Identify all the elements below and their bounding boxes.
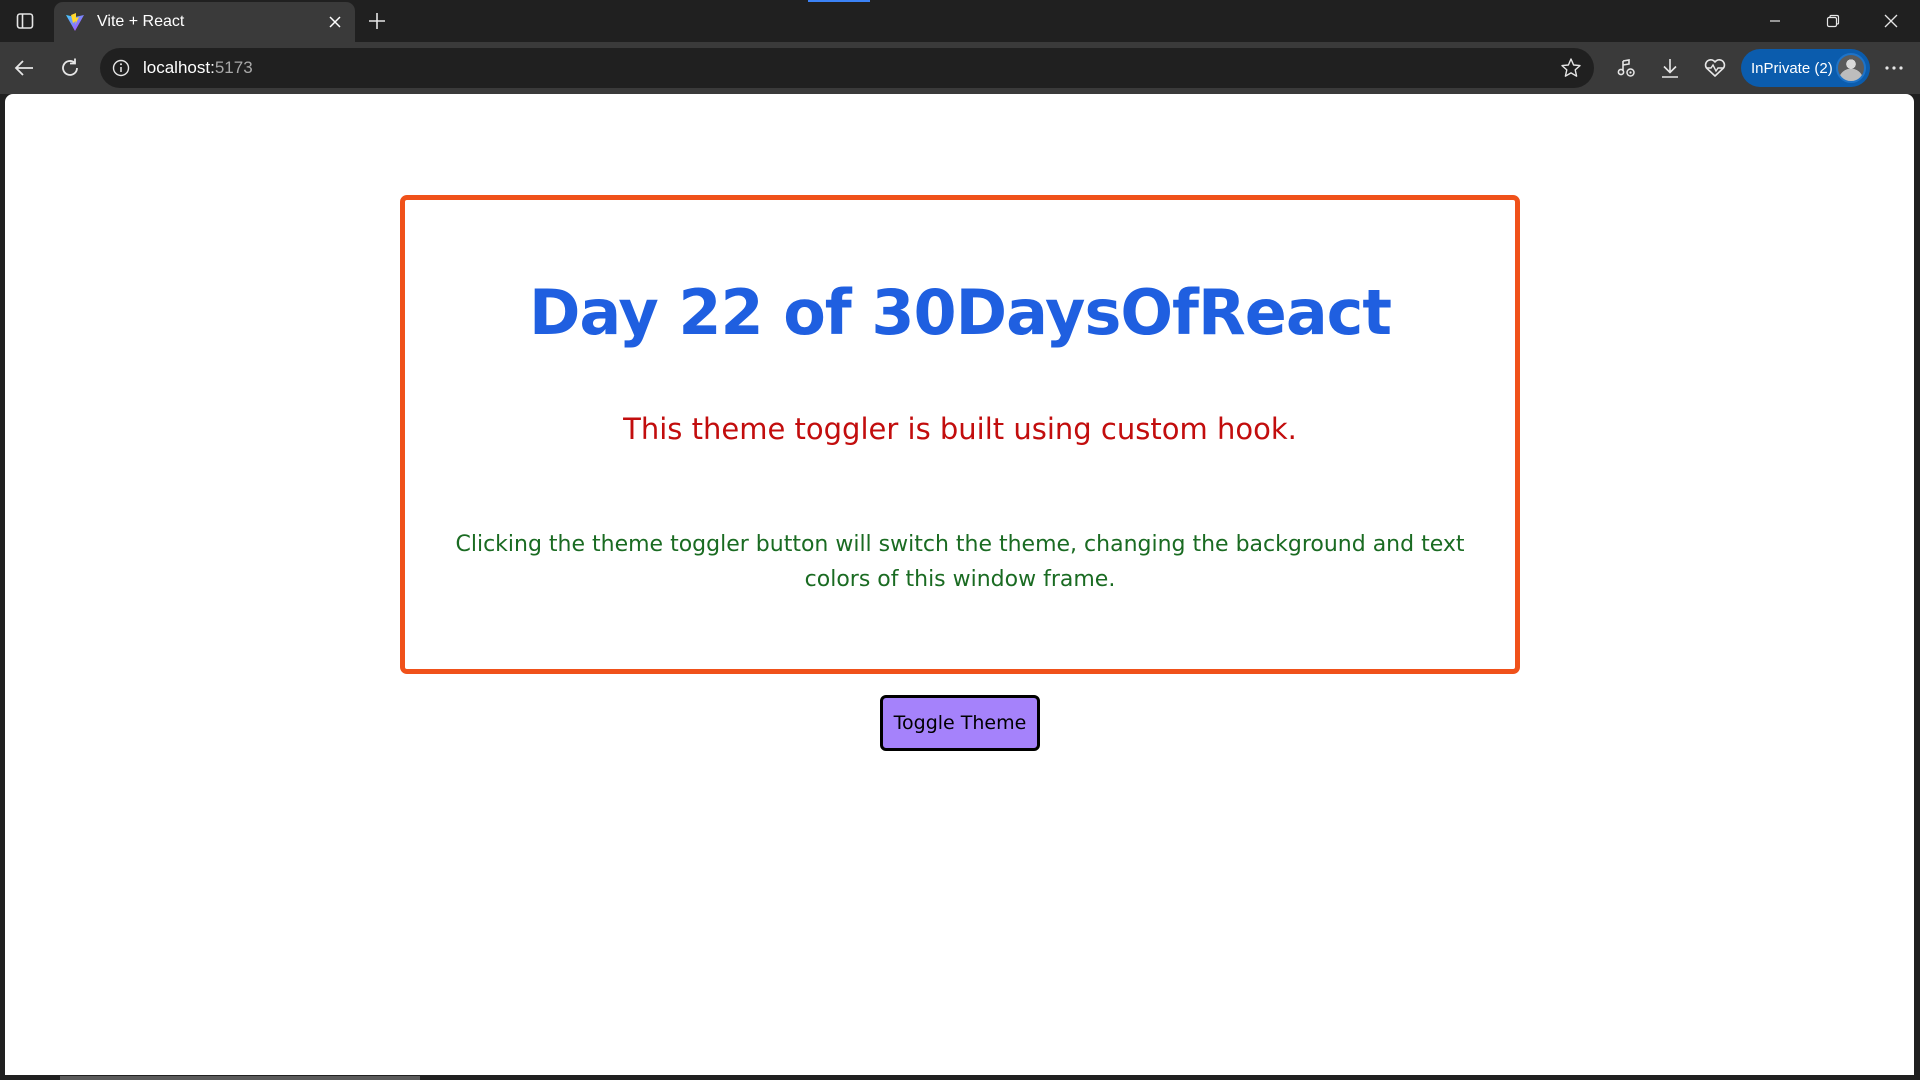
page-description: Clicking the theme toggler button will s…: [455, 532, 1465, 592]
sidebar-toggle-icon[interactable]: [10, 8, 40, 34]
browser-toolbar: localhost:5173 InPrivate (2): [0, 42, 1920, 94]
close-icon[interactable]: [321, 8, 349, 36]
page-title: Day 22 of 30DaysOfReact: [528, 276, 1392, 349]
minimize-icon[interactable]: [1746, 0, 1804, 42]
star-icon[interactable]: [1560, 57, 1582, 79]
info-icon[interactable]: [111, 58, 131, 78]
toggle-theme-button[interactable]: Toggle Theme: [880, 695, 1040, 751]
url-host: localhost:: [143, 58, 215, 77]
address-url[interactable]: localhost:5173: [143, 58, 253, 78]
plus-icon[interactable]: [362, 6, 392, 36]
download-icon[interactable]: [1654, 52, 1686, 84]
page-subtitle: This theme toggler is built using custom…: [623, 412, 1297, 446]
tab-bar: Vite + React: [0, 0, 1920, 42]
inprivate-profile-button[interactable]: InPrivate (2): [1741, 49, 1870, 87]
more-icon[interactable]: [1878, 52, 1910, 84]
tab-activity-indicator: [808, 0, 870, 2]
browser-tab-active[interactable]: Vite + React: [54, 2, 355, 42]
back-arrow-icon[interactable]: [8, 52, 40, 84]
reload-icon[interactable]: [54, 52, 86, 84]
vite-logo-icon: [65, 12, 85, 32]
theme-window-frame: Day 22 of 30DaysOfReact This theme toggl…: [400, 195, 1520, 674]
tab-title: Vite + React: [97, 13, 185, 30]
address-bar[interactable]: localhost:5173: [100, 48, 1594, 88]
inprivate-label: InPrivate (2): [1751, 59, 1833, 77]
horizontal-scrollbar[interactable]: [60, 1076, 420, 1080]
window-controls: [1746, 0, 1920, 42]
restore-icon[interactable]: [1804, 0, 1862, 42]
url-port: 5173: [214, 58, 253, 77]
music-note-icon[interactable]: [1610, 52, 1642, 84]
heartbeat-icon[interactable]: [1699, 52, 1731, 84]
avatar: [1836, 53, 1866, 83]
page-viewport: Day 22 of 30DaysOfReact This theme toggl…: [5, 94, 1914, 1075]
window-close-icon[interactable]: [1862, 0, 1920, 42]
